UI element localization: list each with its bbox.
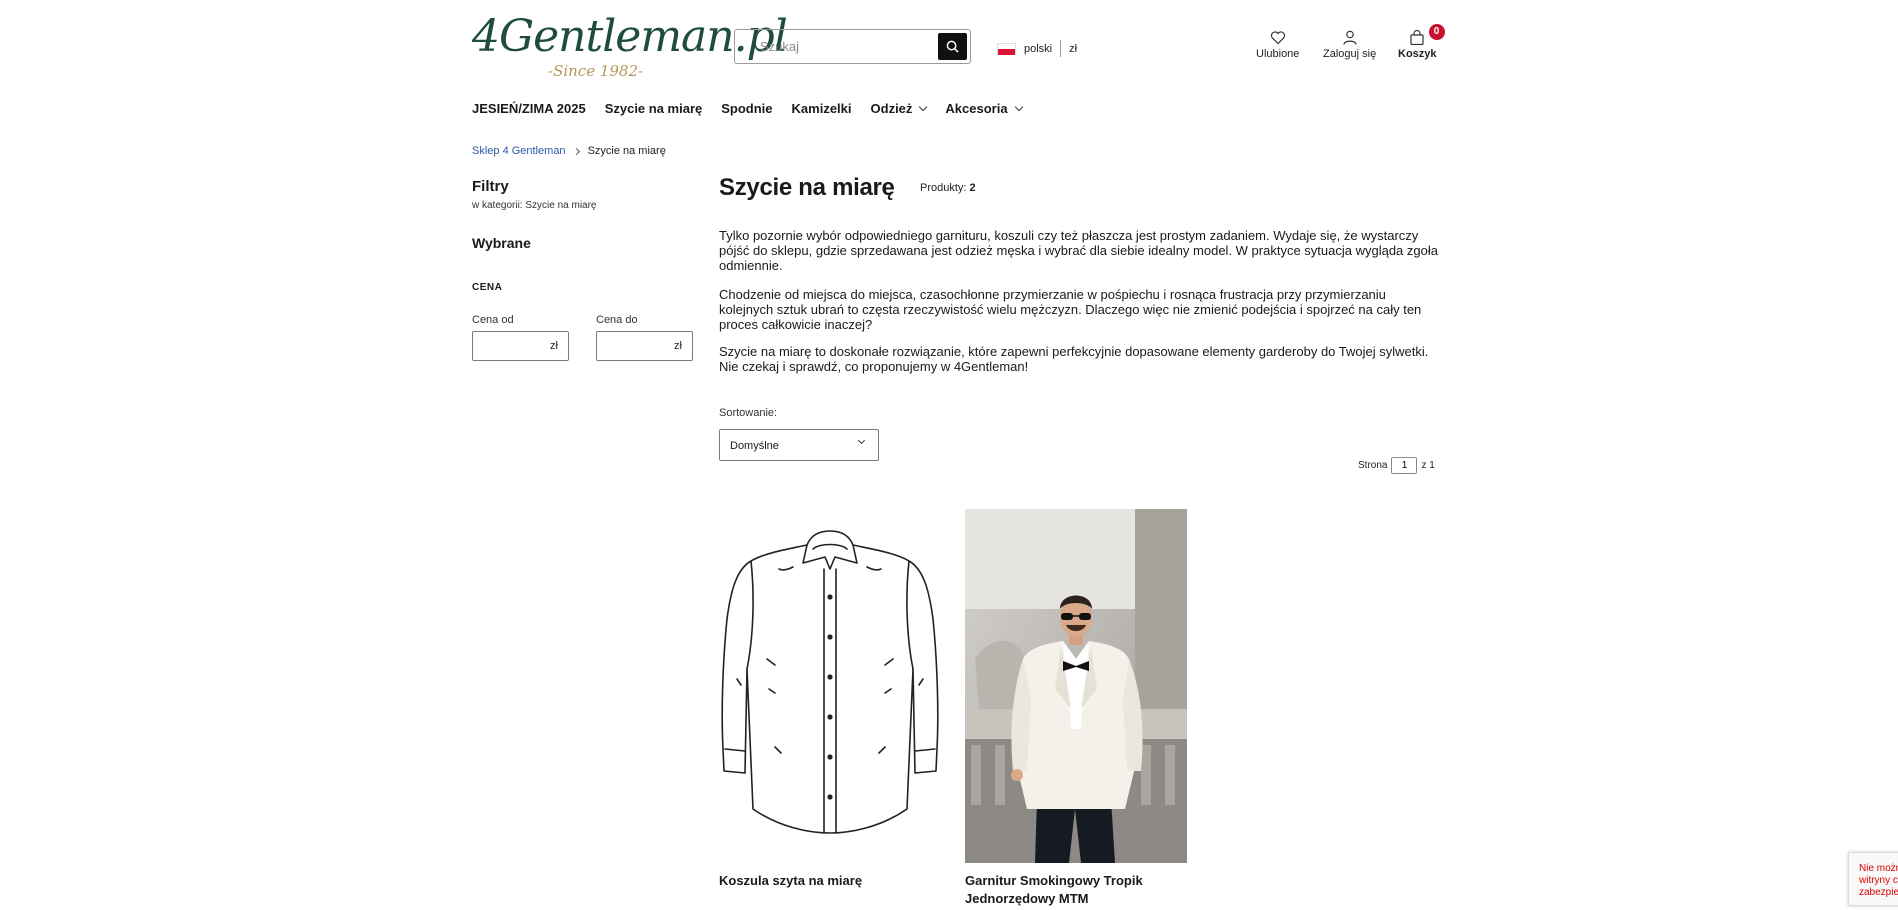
category-description-1: Tylko pozornie wybór odpowiedniego garni… — [719, 228, 1438, 273]
price-from-input[interactable] — [473, 332, 543, 360]
recaptcha-error-badge[interactable]: Nie możn witryny c zabezpie — [1848, 852, 1898, 906]
search-icon — [946, 40, 959, 53]
breadcrumb-home-link[interactable]: Sklep 4 Gentleman — [472, 145, 566, 157]
filters-category-note: w kategorii: Szycie na miarę — [472, 200, 597, 211]
product-name[interactable]: Garnitur Smokingowy Tropik Jednorzędowy … — [965, 872, 1187, 908]
cart-count-badge: 0 — [1428, 24, 1445, 40]
currency-label: zł — [1069, 42, 1078, 55]
breadcrumb: Sklep 4 Gentleman Szycie na miarę — [472, 145, 666, 157]
heart-icon — [1270, 31, 1285, 45]
product-count-value: 2 — [969, 182, 976, 194]
price-from-field[interactable]: zł — [472, 331, 569, 361]
poland-flag-icon — [997, 42, 1016, 55]
search-button[interactable] — [938, 33, 967, 60]
price-to-currency: zł — [674, 340, 682, 352]
product-image-tuxedo[interactable] — [965, 509, 1187, 863]
nav-item-akcesoria[interactable]: Akcesoria — [945, 101, 1023, 116]
cart-link[interactable]: Koszyk 0 — [1398, 24, 1445, 60]
chevron-down-icon — [857, 436, 866, 445]
site-logo[interactable]: 4Gentleman.pl -Since 1982- — [472, 11, 788, 82]
shopping-bag-icon — [1410, 30, 1424, 45]
logo-since: -Since 1982- — [548, 62, 644, 80]
logo-text: 4Gentleman.pl — [472, 11, 788, 62]
product-count: Produkty: 2 — [920, 182, 976, 194]
shirt-drawing-icon — [721, 530, 939, 834]
nav-item-kamizelki[interactable]: Kamizelki — [792, 101, 852, 116]
login-label: Zaloguj się — [1323, 48, 1377, 60]
chevron-down-icon — [919, 102, 928, 112]
price-to-label: Cena do — [596, 314, 638, 326]
price-from-currency: zł — [550, 340, 558, 352]
price-filter-heading: CENA — [472, 282, 503, 293]
favorites-link[interactable]: Ulubione — [1256, 30, 1299, 60]
divider — [1060, 40, 1062, 57]
login-link[interactable]: Zaloguj się — [1323, 30, 1376, 60]
user-icon — [1342, 30, 1357, 45]
search-input[interactable] — [735, 30, 925, 63]
tuxedo-photo-icon — [965, 509, 1187, 863]
page-label: Strona — [1358, 460, 1388, 471]
page-number-input[interactable] — [1391, 457, 1418, 474]
nav-item-szycie-na-miare[interactable]: Szycie na miarę — [605, 101, 703, 116]
price-to-field[interactable]: zł — [596, 331, 693, 361]
chevron-down-icon — [1014, 102, 1023, 112]
product-name[interactable]: Koszula szyta na miarę — [719, 872, 941, 890]
filters-title: Filtry — [472, 178, 509, 195]
product-card[interactable]: Koszula szyta na miarę — [719, 509, 941, 888]
price-from-label: Cena od — [472, 314, 514, 326]
product-count-label: Produkty: — [920, 182, 967, 194]
price-to-input[interactable] — [597, 332, 667, 360]
product-card[interactable]: Garnitur Smokingowy Tropik Jednorzędowy … — [965, 509, 1187, 906]
breadcrumb-current: Szycie na miarę — [587, 145, 666, 157]
page-title: Szycie na miarę — [719, 174, 895, 201]
language-currency-switcher[interactable]: polski zł — [997, 40, 1077, 57]
category-description-2: Chodzenie od miejsca do miejsca, czasoch… — [719, 287, 1422, 332]
sort-selected-value: Domyślne — [730, 440, 779, 452]
cart-label: Koszyk — [1398, 48, 1437, 60]
nav-item-jesien-zima[interactable]: JESIEŃ/ZIMA 2025 — [472, 101, 586, 116]
sort-select[interactable]: Domyślne — [719, 429, 879, 461]
pagination: Strona z 1 — [1358, 457, 1435, 474]
product-image-shirt[interactable] — [719, 509, 941, 863]
page-total: z 1 — [1421, 460, 1435, 471]
favorites-label: Ulubione — [1256, 48, 1300, 60]
selected-filters-title: Wybrane — [472, 235, 531, 251]
nav-item-odziez[interactable]: Odzież — [871, 101, 928, 116]
main-nav: JESIEŃ/ZIMA 2025 Szycie na miarę Spodnie… — [472, 101, 1041, 116]
nav-item-spodnie[interactable]: Spodnie — [721, 101, 772, 116]
chevron-right-icon — [572, 147, 580, 155]
sort-label: Sortowanie: — [719, 407, 778, 419]
language-label: polski — [1024, 42, 1053, 55]
search-bar — [734, 29, 971, 64]
category-description-3: Szycie na miarę to doskonałe rozwiązanie… — [719, 344, 1429, 374]
